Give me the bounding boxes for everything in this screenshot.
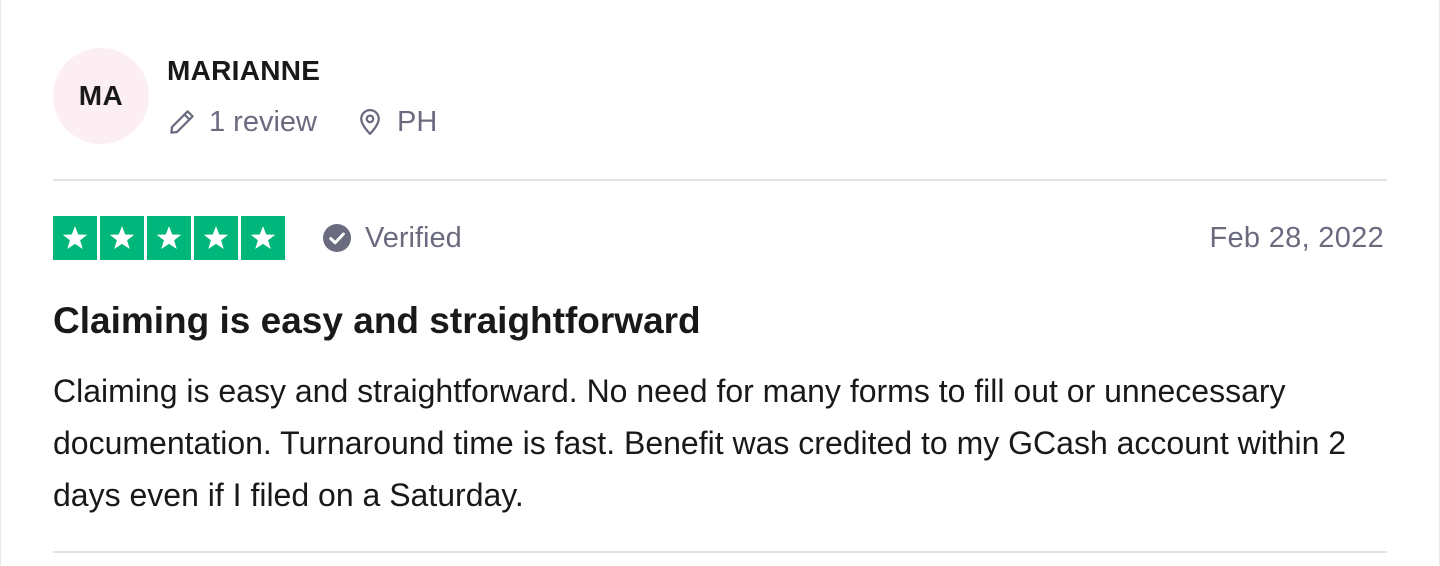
review-header: Verified Feb 28, 2022 [53, 216, 1384, 260]
star-icon [100, 216, 144, 260]
divider [53, 179, 1387, 181]
consumer-meta: 1 review PH [167, 105, 437, 139]
review-count: 1 review [167, 105, 317, 139]
star-icon [194, 216, 238, 260]
review-title[interactable]: Claiming is easy and straightforward [53, 298, 701, 344]
consumer-name[interactable]: MARIANNE [167, 54, 437, 88]
divider [53, 551, 1387, 553]
review-body: Claiming is easy and straightforward. No… [53, 373, 1347, 513]
location-label: PH [397, 106, 438, 138]
avatar[interactable]: MA [53, 48, 149, 144]
consumer-info[interactable]: MA MARIANNE 1 review PH [53, 48, 437, 144]
review-card: MA MARIANNE 1 review PH Verified Feb 28,… [0, 0, 1440, 566]
star-icon [147, 216, 191, 260]
consumer-details: MARIANNE 1 review PH [167, 48, 437, 139]
star-rating [53, 216, 285, 260]
verified-badge[interactable]: Verified [321, 222, 462, 255]
pencil-icon [167, 107, 197, 137]
star-icon [241, 216, 285, 260]
star-icon [53, 216, 97, 260]
consumer-location: PH [355, 105, 437, 139]
verified-label: Verified [365, 221, 462, 254]
location-pin-icon [355, 107, 385, 137]
review-count-label: 1 review [209, 106, 317, 138]
review-date: Feb 28, 2022 [1209, 221, 1384, 254]
avatar-initials: MA [78, 80, 124, 111]
verified-check-icon [321, 222, 353, 254]
